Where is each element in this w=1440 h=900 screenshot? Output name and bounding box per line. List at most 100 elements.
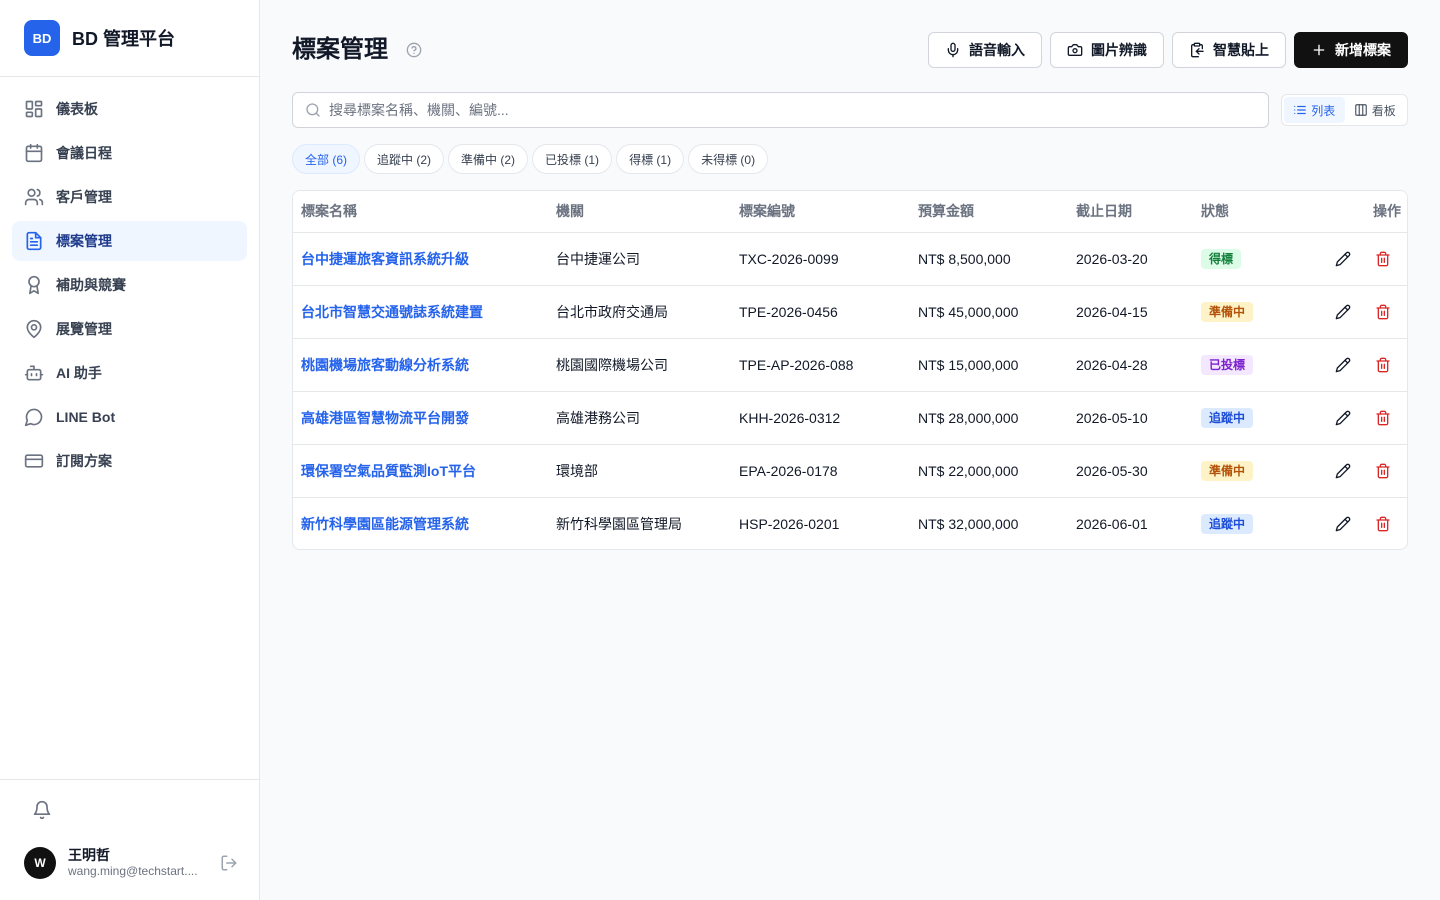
list-view-label: 列表 bbox=[1311, 103, 1336, 118]
table-header-row: 標案名稱 機關 標案編號 預算金額 截止日期 狀態 操作 bbox=[293, 191, 1407, 233]
status-badge: 準備中 bbox=[1201, 301, 1254, 322]
tender-name-link[interactable]: 高雄港區智慧物流平台開發 bbox=[301, 410, 469, 426]
trash-icon[interactable] bbox=[1375, 516, 1391, 532]
tender-name-cell: 環保署空氣品質監測IoT平台 bbox=[293, 444, 548, 498]
tender-name-cell: 桃園機場旅客動線分析系統 bbox=[293, 338, 548, 392]
table-row: 新竹科學園區能源管理系統 新竹科學園區管理局 HSP-2026-0201 NT$ 32… bbox=[293, 497, 1407, 549]
tender-name-link[interactable]: 台中捷運旅客資訊系統升級 bbox=[301, 251, 469, 267]
search-input[interactable] bbox=[329, 102, 1229, 118]
smart-paste-button[interactable]: 智慧貼上 bbox=[1172, 32, 1286, 68]
tender-name-cell: 新竹科學園區能源管理系統 bbox=[293, 497, 548, 549]
main-content: 標案管理 語音輸入 圖片辨識 智慧貼上 新增標案 搜尋標案名稱、機關、編號...… bbox=[260, 0, 1440, 900]
pencil-icon[interactable] bbox=[1335, 251, 1351, 267]
deadline-cell: 2026-05-10 bbox=[1068, 391, 1193, 445]
agency-cell: 桃園國際機場公司 bbox=[548, 338, 731, 392]
award-icon bbox=[24, 275, 44, 295]
bell-icon[interactable] bbox=[32, 800, 52, 820]
code-cell: EPA-2026-0178 bbox=[731, 444, 910, 498]
pencil-icon[interactable] bbox=[1335, 357, 1351, 373]
sidebar-item[interactable]: LINE Bot bbox=[12, 397, 247, 437]
status-cell: 準備中 bbox=[1193, 444, 1303, 498]
view-toggle: 列表 看板 bbox=[1281, 94, 1408, 126]
file-text-icon bbox=[24, 231, 44, 251]
table-row: 高雄港區智慧物流平台開發 高雄港務公司 KHH-2026-0312 NT$ 28,00… bbox=[293, 391, 1407, 445]
filter-chip[interactable]: 準備中 (2) bbox=[448, 144, 529, 174]
brand-logo: BD bbox=[24, 20, 60, 56]
actions-cell bbox=[1303, 497, 1407, 549]
tender-name-cell: 高雄港區智慧物流平台開發 bbox=[293, 391, 548, 445]
agency-cell: 台北市政府交通局 bbox=[548, 285, 731, 339]
filter-chip[interactable]: 得標 (1) bbox=[616, 144, 685, 174]
sidebar-item-label: LINE Bot bbox=[56, 409, 116, 425]
map-pin-icon bbox=[24, 319, 44, 339]
sidebar-item[interactable]: 訂閱方案 bbox=[12, 441, 247, 481]
help-circle-icon[interactable] bbox=[406, 42, 422, 58]
new-tender-label: 新增標案 bbox=[1335, 42, 1391, 58]
user-name: 王明哲 bbox=[68, 846, 110, 863]
status-filters: 全部 (6) 追蹤中 (2) 準備中 (2) 已投標 (1) 得標 (1) 未得標 (0) bbox=[292, 144, 769, 174]
column-header-code: 標案編號 bbox=[731, 191, 910, 233]
actions-cell bbox=[1303, 285, 1407, 339]
pencil-icon[interactable] bbox=[1335, 304, 1351, 320]
actions-cell bbox=[1303, 391, 1407, 445]
pencil-icon[interactable] bbox=[1335, 463, 1351, 479]
tender-name-link[interactable]: 台北市智慧交通號誌系統建置 bbox=[301, 304, 483, 320]
table-row: 桃園機場旅客動線分析系統 桃園國際機場公司 TPE-AP-2026-088 NT$ 1… bbox=[293, 338, 1407, 392]
brand[interactable]: BD BD 管理平台 bbox=[0, 0, 259, 77]
calendar-icon bbox=[24, 143, 44, 163]
code-cell: TXC-2026-0099 bbox=[731, 232, 910, 286]
camera-icon bbox=[1067, 42, 1083, 58]
filter-chip[interactable]: 全部 (6) bbox=[292, 144, 361, 174]
sidebar-item[interactable]: 補助與競賽 bbox=[12, 265, 247, 305]
sidebar-item[interactable]: 會議日程 bbox=[12, 133, 247, 173]
voice-input-button[interactable]: 語音輸入 bbox=[928, 32, 1042, 68]
logout-icon[interactable] bbox=[220, 854, 238, 872]
budget-cell: NT$ 32,000,000 bbox=[918, 515, 1019, 532]
status-cell: 追蹤中 bbox=[1193, 391, 1303, 445]
tender-table: 標案名稱 機關 標案編號 預算金額 截止日期 狀態 操作 台中捷運旅客資訊系統升… bbox=[292, 190, 1408, 550]
tender-name-cell: 台北市智慧交通號誌系統建置 bbox=[293, 285, 548, 339]
agency-cell: 高雄港務公司 bbox=[548, 391, 731, 445]
sidebar-item[interactable]: AI 助手 bbox=[12, 353, 247, 393]
user-info: 王明哲 wang.ming@techstart.... bbox=[68, 847, 206, 880]
tender-name-cell: 台中捷運旅客資訊系統升級 bbox=[293, 232, 548, 286]
sidebar-footer: W 王明哲 wang.ming@techstart.... bbox=[0, 779, 259, 900]
trash-icon[interactable] bbox=[1375, 463, 1391, 479]
deadline-cell: 2026-06-01 bbox=[1076, 515, 1148, 532]
list-view-button[interactable]: 列表 bbox=[1284, 97, 1345, 123]
status-cell: 追蹤中 bbox=[1193, 497, 1303, 549]
pencil-icon[interactable] bbox=[1335, 410, 1351, 426]
status-badge: 追蹤中 bbox=[1201, 407, 1254, 428]
pencil-icon[interactable] bbox=[1335, 516, 1351, 532]
filter-chip[interactable]: 未得標 (0) bbox=[688, 144, 769, 174]
board-view-button[interactable]: 看板 bbox=[1345, 97, 1406, 123]
sidebar-item[interactable]: 展覽管理 bbox=[12, 309, 247, 349]
search-box bbox=[292, 92, 1269, 128]
deadline-cell: 2026-03-20 bbox=[1068, 232, 1193, 286]
tender-name-link[interactable]: 桃園機場旅客動線分析系統 bbox=[301, 357, 469, 373]
filter-chip[interactable]: 已投標 (1) bbox=[532, 144, 613, 174]
sidebar-item-label: 標案管理 bbox=[56, 233, 112, 249]
code-cell: TPE-2026-0456 bbox=[731, 285, 910, 339]
trash-icon[interactable] bbox=[1375, 251, 1391, 267]
sidebar-item[interactable]: 儀表板 bbox=[12, 89, 247, 129]
budget-cell: NT$ 22,000,000 bbox=[910, 444, 1068, 498]
avatar: W bbox=[24, 847, 56, 879]
sidebar-item[interactable]: 客戶管理 bbox=[12, 177, 247, 217]
column-header-name: 標案名稱 bbox=[293, 191, 548, 233]
image-recognition-button[interactable]: 圖片辨識 bbox=[1050, 32, 1164, 68]
user-profile[interactable]: W 王明哲 wang.ming@techstart.... bbox=[24, 846, 244, 880]
trash-icon[interactable] bbox=[1375, 357, 1391, 373]
filter-chip[interactable]: 追蹤中 (2) bbox=[364, 144, 445, 174]
sidebar: BD BD 管理平台 儀表板 會議日程 客戶管理標案管理補助與競賽 展覽管理 AI 助手… bbox=[0, 0, 260, 900]
tender-name-link[interactable]: 環保署空氣品質監測IoT平台 bbox=[301, 463, 476, 479]
tender-name-link[interactable]: 新竹科學園區能源管理系統 bbox=[301, 516, 469, 532]
trash-icon[interactable] bbox=[1375, 410, 1391, 426]
actions-cell bbox=[1303, 232, 1407, 286]
clipboard-paste-icon bbox=[1189, 42, 1205, 58]
new-tender-button[interactable]: 新增標案 bbox=[1294, 32, 1408, 68]
column-header-agency: 機關 bbox=[548, 191, 731, 233]
trash-icon[interactable] bbox=[1375, 304, 1391, 320]
sidebar-item[interactable]: 標案管理 bbox=[12, 221, 247, 261]
status-badge: 準備中 bbox=[1201, 460, 1254, 481]
